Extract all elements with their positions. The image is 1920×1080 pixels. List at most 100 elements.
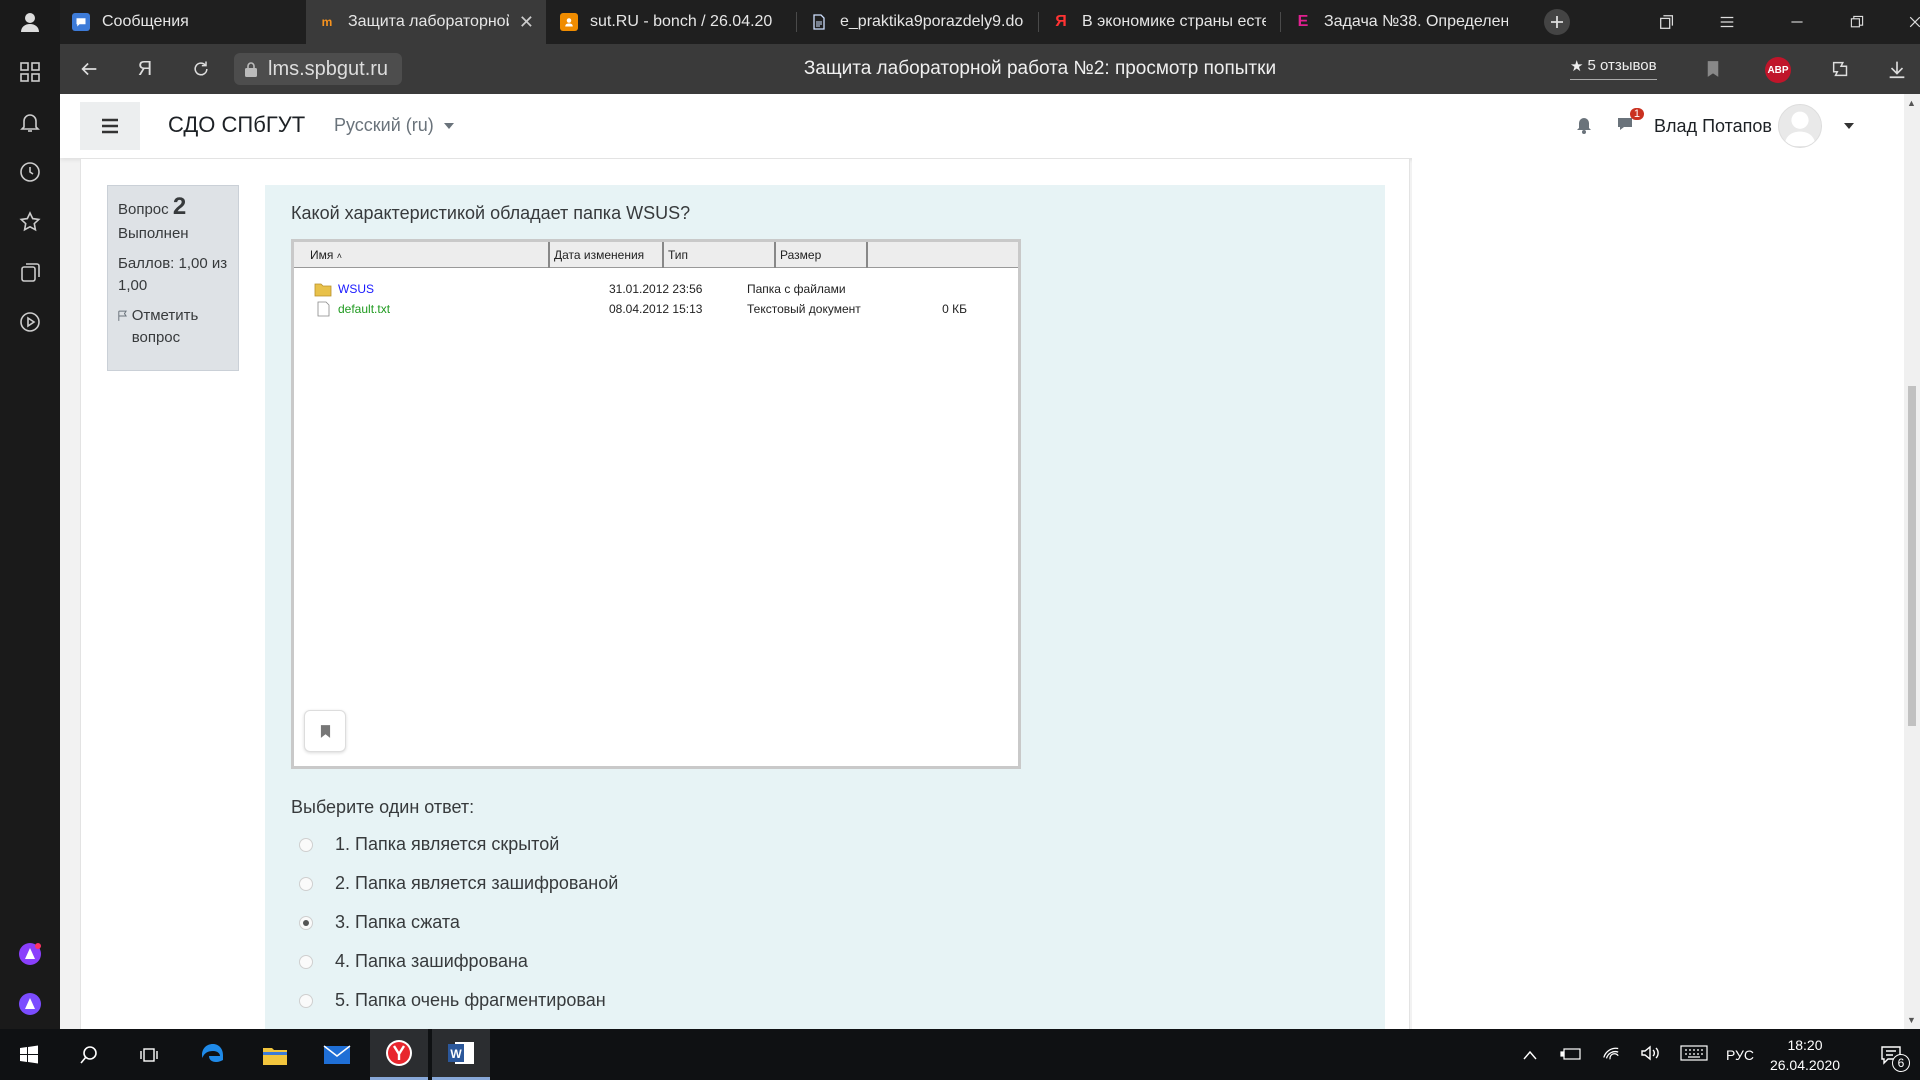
adblock-icon[interactable]: ABP	[1765, 57, 1791, 83]
menu-icon[interactable]	[1702, 0, 1752, 44]
answer-option[interactable]: 1. Папка является скрытой	[291, 825, 618, 864]
radio-button[interactable]	[299, 993, 313, 1008]
right-column	[1412, 158, 1904, 1029]
radio-button[interactable]	[299, 876, 313, 891]
user-area: 1 Влад Потапов	[1574, 104, 1854, 148]
main-content: Вопрос 2 Выполнен Баллов: 1,00 из 1,00 О…	[80, 158, 1410, 1029]
volume-icon[interactable]	[1640, 1045, 1660, 1064]
file-row: WSUS 31.01.2012 23:56 Папка с файлами	[294, 279, 967, 299]
wifi-icon[interactable]	[1602, 1045, 1620, 1064]
user-name[interactable]: Влад Потапов	[1654, 116, 1772, 137]
answer-option[interactable]: 2. Папка является зашифрованой	[291, 864, 618, 903]
download-icon[interactable]	[1880, 52, 1914, 86]
radio-button-checked[interactable]	[299, 915, 313, 930]
lock-icon	[245, 62, 257, 77]
svg-text:W: W	[450, 1047, 462, 1061]
notification-bell-icon[interactable]	[1574, 114, 1594, 139]
collections-icon[interactable]	[12, 254, 48, 290]
clock[interactable]: 18:20 26.04.2020	[1760, 1035, 1850, 1075]
alice-voice-icon[interactable]	[12, 986, 48, 1022]
question-state: Выполнен	[118, 225, 189, 242]
page-title: Защита лабораторной работа №2: просмотр …	[803, 58, 1277, 79]
yandex-icon: Я	[1055, 13, 1067, 30]
tab-economy[interactable]: Я В экономике страны есте	[1040, 0, 1278, 44]
avatar[interactable]	[1778, 104, 1822, 148]
action-center-icon[interactable]: 6	[1862, 1029, 1920, 1080]
tab-lab-defense[interactable]: m Защита лабораторной ✕	[306, 0, 546, 44]
user-menu-chevron-icon[interactable]	[1844, 123, 1854, 129]
mail-icon[interactable]	[308, 1029, 366, 1080]
battery-icon[interactable]	[1560, 1047, 1582, 1063]
extension-icon[interactable]	[1824, 52, 1858, 86]
answer-option[interactable]: 3. Папка сжата	[291, 903, 618, 942]
yandex-home-icon[interactable]: Я	[128, 52, 162, 86]
tab-task38[interactable]: E Задача №38. Определени	[1282, 0, 1520, 44]
radio-button[interactable]	[299, 837, 313, 852]
file-explorer-icon[interactable]	[246, 1029, 304, 1080]
flag-icon	[118, 310, 127, 321]
video-play-icon[interactable]	[12, 304, 48, 340]
scroll-up-icon[interactable]: ▲	[1907, 98, 1916, 108]
windows-start-icon[interactable]	[0, 1029, 58, 1080]
messages-icon[interactable]: 1	[1616, 107, 1645, 139]
close-window-icon[interactable]	[1890, 0, 1920, 44]
tab-separator	[796, 12, 797, 32]
edge-icon[interactable]	[184, 1029, 242, 1080]
scroll-down-icon[interactable]: ▼	[1907, 1015, 1916, 1025]
tab-sut[interactable]: sut.RU - bonch / 26.04.20	[548, 0, 794, 44]
close-tab-icon[interactable]: ✕	[519, 12, 534, 33]
save-image-button[interactable]	[304, 710, 346, 752]
tab-messages[interactable]: Сообщения	[60, 0, 304, 44]
url-field[interactable]: lms.spbgut.ru	[234, 53, 403, 85]
profile-icon[interactable]	[12, 4, 48, 40]
contact-icon	[560, 13, 578, 31]
new-tab-button[interactable]	[1532, 0, 1582, 44]
question-formulation: Какой характеристикой обладает папка WSU…	[265, 185, 1385, 1029]
e-icon: E	[1297, 13, 1309, 30]
notification-count: 6	[1892, 1054, 1910, 1072]
explorer-header: Имя ˄ Дата изменения Тип Размер	[294, 242, 1018, 268]
reload-icon[interactable]	[184, 52, 218, 86]
tab-manager-icon[interactable]	[1642, 0, 1692, 44]
alice-assistant-icon[interactable]	[12, 936, 48, 972]
file-row: default.txt 08.04.2012 15:13 Текстовый д…	[294, 299, 967, 319]
answer-prompt: Выберите один ответ:	[291, 797, 475, 817]
input-language[interactable]: РУС	[1726, 1047, 1754, 1063]
message-icon	[72, 13, 90, 31]
bookmark-icon[interactable]	[1696, 52, 1730, 86]
notifications-bell-icon[interactable]	[12, 104, 48, 140]
search-icon[interactable]	[60, 1029, 118, 1080]
question-grade: Баллов: 1,00 из 1,00	[118, 255, 228, 294]
word-icon[interactable]: W	[432, 1029, 490, 1080]
answer-option[interactable]: 5. Папка очень фрагментирован	[291, 981, 618, 1020]
yandex-browser-icon[interactable]	[370, 1029, 428, 1080]
messages-badge: 1	[1629, 107, 1645, 120]
history-clock-icon[interactable]	[12, 154, 48, 190]
task-view-icon[interactable]	[120, 1029, 178, 1080]
radio-button[interactable]	[299, 954, 313, 969]
tab-document[interactable]: e_praktika9porazdely9.doc	[798, 0, 1036, 44]
flag-question-link[interactable]: Отметить вопрос	[118, 305, 228, 349]
system-tray: РУС	[1522, 1029, 1754, 1080]
reviews-link[interactable]: ★ 5 отзывов	[1570, 52, 1657, 80]
restore-icon[interactable]	[1832, 0, 1882, 44]
chevron-up-icon[interactable]	[1522, 1047, 1538, 1063]
page-scrollbar[interactable]: ▲ ▼	[1904, 94, 1920, 1029]
answer-option[interactable]: 4. Папка зашифрована	[291, 942, 618, 981]
favorites-star-icon[interactable]	[12, 204, 48, 240]
back-arrow-icon[interactable]	[72, 52, 106, 86]
file-date: 31.01.2012 23:56	[609, 282, 703, 296]
keyboard-icon[interactable]	[1680, 1045, 1708, 1064]
tab-bar: Сообщения m Защита лабораторной ✕ sut.RU…	[60, 0, 1920, 44]
language-menu[interactable]: Русский (ru)	[334, 115, 454, 136]
drawer-toggle-button[interactable]	[80, 102, 140, 150]
apps-grid-icon[interactable]	[12, 54, 48, 90]
site-brand[interactable]: СДО СПбГУТ	[168, 112, 305, 138]
site-navbar: СДО СПбГУТ Русский (ru) 1 Влад Потапов	[60, 94, 1904, 158]
file-size: 0 КБ	[942, 302, 967, 316]
web-page: СДО СПбГУТ Русский (ru) 1 Влад Потапов В…	[60, 94, 1904, 1029]
scroll-thumb[interactable]	[1908, 386, 1916, 726]
minimize-icon[interactable]	[1772, 0, 1822, 44]
column-size: Размер	[776, 242, 868, 268]
chevron-down-icon	[443, 122, 454, 129]
